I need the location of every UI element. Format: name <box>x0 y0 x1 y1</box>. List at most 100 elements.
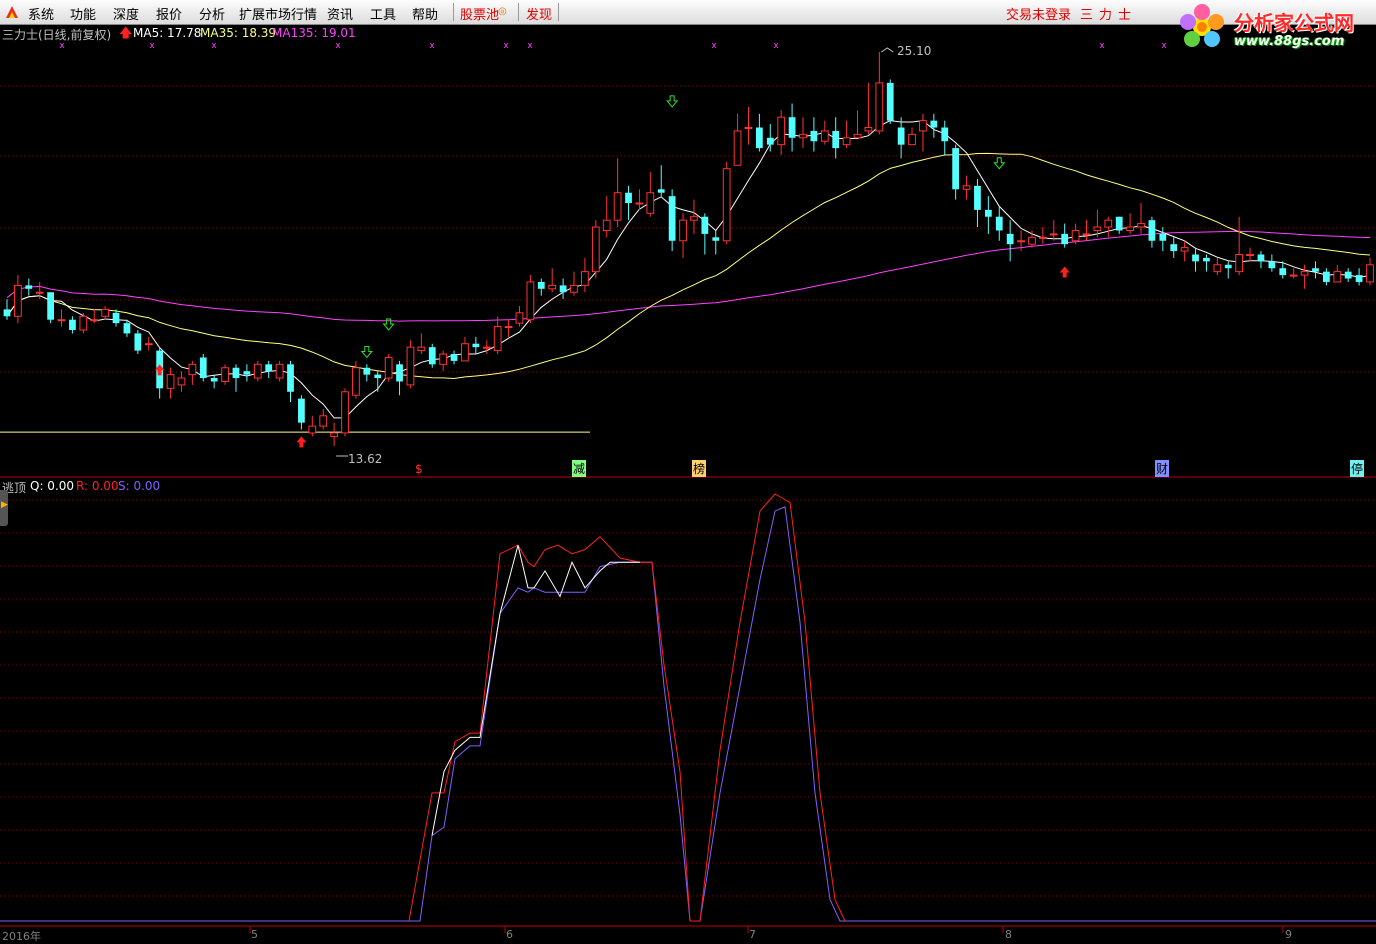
candle-body <box>384 356 393 379</box>
candle-body <box>1355 275 1363 282</box>
candle-body <box>3 309 11 317</box>
candle-body <box>875 82 884 132</box>
menu-help[interactable]: 帮助 <box>412 4 438 23</box>
candle-body <box>930 120 938 128</box>
candle-body <box>352 367 360 396</box>
candle-body <box>1126 226 1134 231</box>
menu-bar: 系统 功能 深度 报价 分析 扩展市场行情 资讯 工具 帮助 股票池 ◎ 发现 … <box>0 0 1376 25</box>
candle-body <box>864 127 873 132</box>
menu-news[interactable]: 资讯 <box>327 4 353 23</box>
price-chart[interactable]: xxxxxxxxxxx <box>0 0 1376 940</box>
panel-toggle-tab[interactable]: ▶ <box>0 490 8 526</box>
candle-body <box>853 133 862 139</box>
candle-body <box>613 192 622 221</box>
candle-body <box>722 168 731 242</box>
sell-arrow-icon <box>666 95 679 108</box>
candle-body <box>1093 226 1102 231</box>
candle-body <box>974 185 981 210</box>
candle-body <box>1082 233 1091 236</box>
candle-body <box>25 285 33 289</box>
app-logo-icon <box>6 6 18 18</box>
candle-body <box>526 281 535 321</box>
brand-url: www.88gs.com <box>1234 34 1345 49</box>
candle-body <box>79 315 88 331</box>
ma35-line <box>6 152 1371 380</box>
candle-body <box>199 357 207 379</box>
candle-body <box>635 202 644 205</box>
menu-analysis[interactable]: 分析 <box>199 4 225 23</box>
candle-body <box>47 292 54 320</box>
candle-body <box>493 326 502 352</box>
menu-extended-market[interactable]: 扩展市场行情 <box>239 4 317 23</box>
candle-body <box>842 137 851 146</box>
x-axis-label: 5 <box>251 928 258 941</box>
candle-body <box>112 312 120 324</box>
menu-stock-pool[interactable]: 股票池 <box>460 4 499 23</box>
candle-body <box>363 367 371 375</box>
candle-body <box>1279 268 1287 276</box>
candle-body <box>570 284 578 293</box>
signal-x-marker: x <box>527 41 533 51</box>
candle-body <box>646 192 655 214</box>
candle-body <box>799 133 807 139</box>
candle-body <box>374 374 382 379</box>
event-marker-list[interactable]: 榜 <box>692 460 707 477</box>
indicator-r-line <box>408 493 846 922</box>
x-axis-label: 9 <box>1285 928 1292 941</box>
candle-body <box>515 312 524 324</box>
menu-tools[interactable]: 工具 <box>370 4 396 23</box>
candle-body <box>886 82 894 121</box>
sell-arrow-icon <box>360 345 373 359</box>
event-marker-finance[interactable]: 财 <box>1155 460 1170 477</box>
candle-body <box>330 432 339 437</box>
candle-body <box>232 367 240 379</box>
ma5-value: MA5: 17.78 <box>133 26 202 40</box>
candle-body <box>35 291 44 294</box>
candle-body <box>744 127 753 130</box>
candle-body <box>919 120 927 132</box>
candle-body <box>253 363 262 379</box>
menu-system[interactable]: 系统 <box>28 4 54 23</box>
candle-body <box>581 271 589 286</box>
candle-body <box>1159 233 1167 241</box>
candle-body <box>396 364 403 382</box>
candle-body <box>690 216 698 221</box>
candle-body <box>559 285 567 293</box>
ma5-line <box>6 120 1371 419</box>
signal-x-marker: x <box>1099 41 1105 51</box>
candle-body <box>308 425 317 434</box>
menu-function[interactable]: 功能 <box>70 4 96 23</box>
candle-body <box>275 363 284 379</box>
candle-body <box>941 127 949 142</box>
candle-body <box>1192 254 1199 262</box>
candle-body <box>123 323 131 334</box>
buy-arrow-icon <box>296 436 307 448</box>
x-axis-label: 7 <box>749 928 756 941</box>
candle-body <box>1289 274 1298 277</box>
candle-body <box>134 333 142 351</box>
event-marker-halt[interactable]: 停 <box>1350 460 1365 477</box>
menu-quote[interactable]: 报价 <box>156 4 182 23</box>
menu-discover[interactable]: 发现 <box>526 4 552 23</box>
event-marker-dividend[interactable]: $ <box>415 462 423 476</box>
candle-body <box>450 354 458 361</box>
login-status[interactable]: 交易未登录 <box>1006 4 1071 23</box>
signal-x-marker: x <box>211 41 217 51</box>
candle-body <box>984 209 992 217</box>
candle-body <box>298 398 305 423</box>
candle-body <box>417 346 426 352</box>
event-marker-reduce[interactable]: 减 <box>572 460 587 477</box>
candle-body <box>1071 229 1080 242</box>
candle-body <box>482 346 491 349</box>
candle-body <box>952 148 960 190</box>
candle-body <box>1224 264 1232 269</box>
candle-body <box>504 326 513 329</box>
flower-logo-icon <box>1180 4 1224 47</box>
candle-body <box>101 308 110 317</box>
candle-body <box>90 319 99 322</box>
high-pointer <box>881 47 894 53</box>
candle-body <box>777 116 786 146</box>
candle-body <box>177 377 186 386</box>
menu-depth[interactable]: 深度 <box>113 4 139 23</box>
current-stock-name: 三力士 <box>1080 8 1138 23</box>
